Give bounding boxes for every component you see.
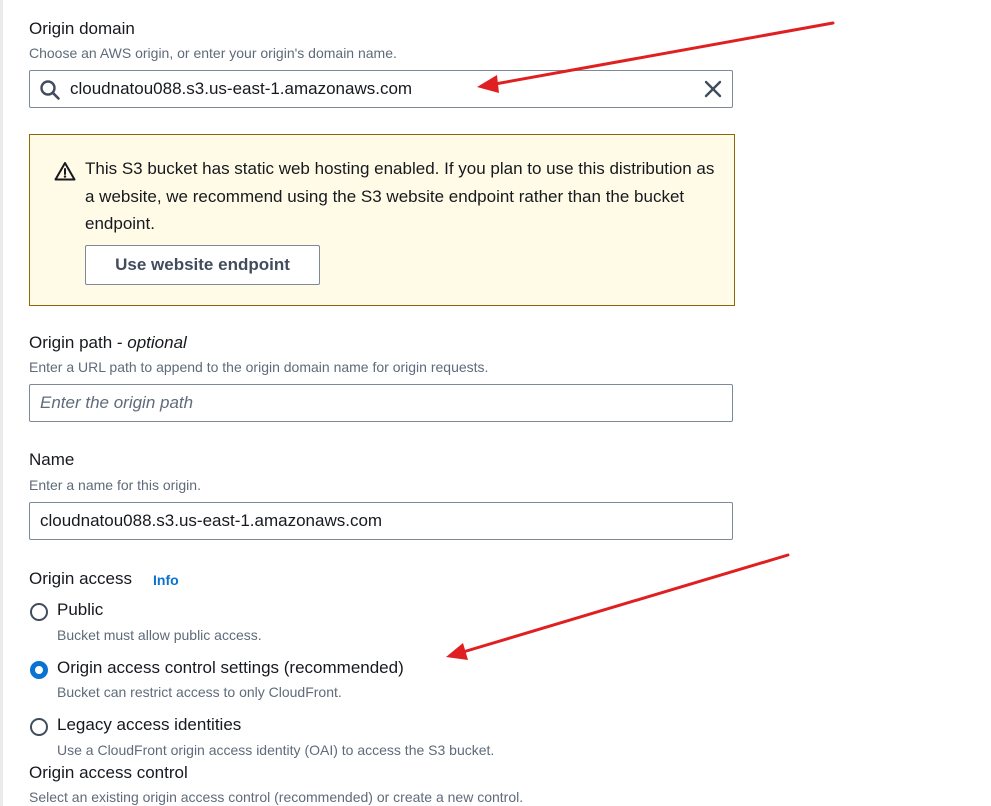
origin-domain-label: Origin domain [29,19,135,38]
use-website-endpoint-button[interactable]: Use website endpoint [85,245,320,285]
origin-access-control-label: Origin access control [29,763,188,782]
origin-access-info-link[interactable]: Info [153,572,179,588]
radio-origin-access-control[interactable] [30,661,48,679]
name-input[interactable]: cloudnatou088.s3.us-east-1.amazonaws.com [29,502,733,540]
origin-path-input[interactable]: Enter the origin path [29,384,733,422]
name-value: cloudnatou088.s3.us-east-1.amazonaws.com [40,511,383,530]
radio-public-description: Bucket must allow public access. [57,627,262,643]
origin-path-label-text: Origin path - [29,333,128,352]
name-label: Name [29,450,75,469]
origin-domain-value: cloudnatou088.s3.us-east-1.amazonaws.com [70,79,413,98]
left-divider [0,0,3,806]
clear-icon[interactable] [704,80,722,98]
origin-domain-description: Choose an AWS origin, or enter your orig… [29,45,397,61]
origin-path-label: Origin path - optional [29,333,187,353]
name-description: Enter a name for this origin. [29,477,201,493]
radio-public[interactable] [30,603,48,621]
origin-access-label: Origin access [29,569,132,588]
static-hosting-warning-alert: This S3 bucket has static web hosting en… [29,134,735,306]
origin-access-control-description: Select an existing origin access control… [29,789,524,805]
annotation-arrow-origin-access [446,553,790,660]
origin-path-placeholder: Enter the origin path [40,393,194,412]
warning-icon [54,161,76,181]
warning-message: This S3 bucket has static web hosting en… [85,159,715,233]
origin-domain-input[interactable]: cloudnatou088.s3.us-east-1.amazonaws.com [29,70,733,108]
radio-legacy-access-identities-label[interactable]: Legacy access identities [57,715,241,735]
origin-path-description: Enter a URL path to append to the origin… [29,359,489,375]
radio-origin-access-control-label[interactable]: Origin access control settings (recommen… [57,658,404,678]
radio-public-label[interactable]: Public [57,600,103,620]
radio-legacy-access-identities-description: Use a CloudFront origin access identity … [57,742,495,758]
radio-legacy-access-identities[interactable] [30,718,48,736]
radio-origin-access-control-description: Bucket can restrict access to only Cloud… [57,684,342,700]
optional-tag: optional [127,333,187,352]
search-icon [39,79,61,101]
